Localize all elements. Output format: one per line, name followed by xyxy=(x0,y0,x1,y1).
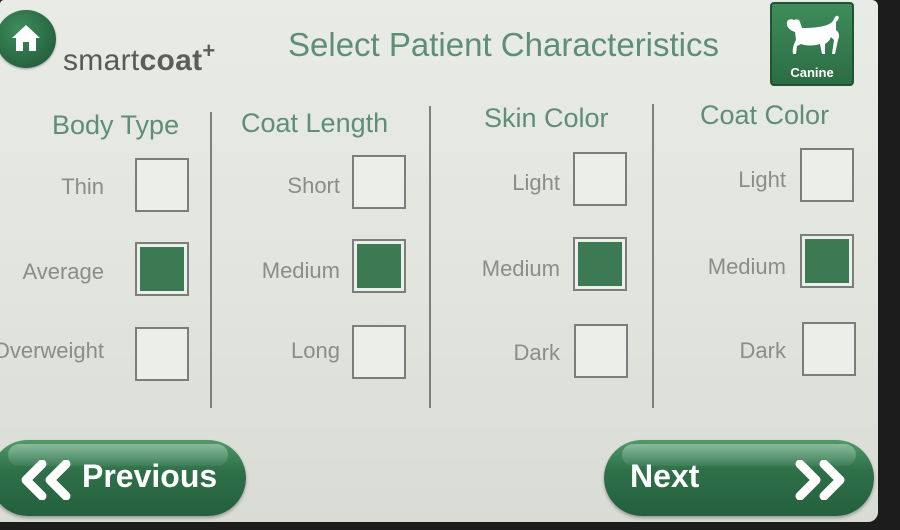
home-button[interactable] xyxy=(0,10,56,68)
double-chevron-left-icon xyxy=(21,460,71,500)
checkbox-body-type-thin[interactable] xyxy=(135,158,189,212)
option-label: Medium xyxy=(481,256,560,281)
checkbox-skin-color-light[interactable] xyxy=(573,152,627,206)
brand-logo: smartcoat+ xyxy=(63,38,216,78)
checkbox-coat-length-medium[interactable] xyxy=(352,239,406,293)
checkbox-skin-color-medium[interactable] xyxy=(573,237,627,291)
checkbox-coat-length-short[interactable] xyxy=(352,155,406,209)
checkbox-body-type-overweight[interactable] xyxy=(135,327,189,381)
check-fill xyxy=(805,239,849,283)
brand-prefix: smart xyxy=(63,44,140,77)
option-label: Average xyxy=(22,259,104,284)
species-label: Canine xyxy=(790,65,834,80)
column-divider xyxy=(210,112,212,408)
next-button[interactable]: Next xyxy=(604,440,874,516)
touchscreen: smartcoat+ Select Patient Characteristic… xyxy=(0,0,878,522)
column-divider xyxy=(652,104,654,408)
species-button[interactable]: Canine xyxy=(770,2,854,86)
checkbox-coat-color-dark[interactable] xyxy=(802,322,856,376)
brand-plus: + xyxy=(202,38,216,63)
checkbox-coat-color-light[interactable] xyxy=(800,148,854,202)
check-fill xyxy=(578,242,622,286)
column-header-skin-color: Skin Color xyxy=(484,103,609,133)
previous-label: Previous xyxy=(82,458,218,494)
dog-icon xyxy=(786,15,840,55)
option-label: Long xyxy=(291,338,340,363)
option-label: Medium xyxy=(261,258,340,283)
option-label: Short xyxy=(287,173,340,198)
checkbox-coat-color-medium[interactable] xyxy=(800,234,854,288)
column-header-body-type: Body Type xyxy=(52,110,180,140)
checkbox-coat-length-long[interactable] xyxy=(352,325,406,379)
check-fill xyxy=(357,244,401,288)
home-icon xyxy=(12,25,40,51)
check-fill xyxy=(140,247,184,291)
previous-button[interactable]: Previous xyxy=(0,440,246,516)
option-label: Light xyxy=(738,167,786,192)
checkbox-skin-color-dark[interactable] xyxy=(574,324,628,378)
checkbox-body-type-average[interactable] xyxy=(135,242,189,296)
option-label: Dark xyxy=(739,338,786,363)
double-chevron-right-icon xyxy=(795,460,845,500)
next-label: Next xyxy=(630,458,700,494)
option-label: Medium xyxy=(707,254,786,279)
column-divider xyxy=(429,106,431,408)
option-label: Light xyxy=(512,170,560,195)
column-header-coat-color: Coat Color xyxy=(700,100,830,130)
column-header-coat-length: Coat Length xyxy=(241,108,389,138)
brand-bold: coat xyxy=(139,44,203,77)
page-title: Select Patient Characteristics xyxy=(288,26,720,63)
option-label: Thin xyxy=(61,174,104,199)
option-label: Dark xyxy=(513,340,560,365)
option-label: Overweight xyxy=(0,338,104,363)
